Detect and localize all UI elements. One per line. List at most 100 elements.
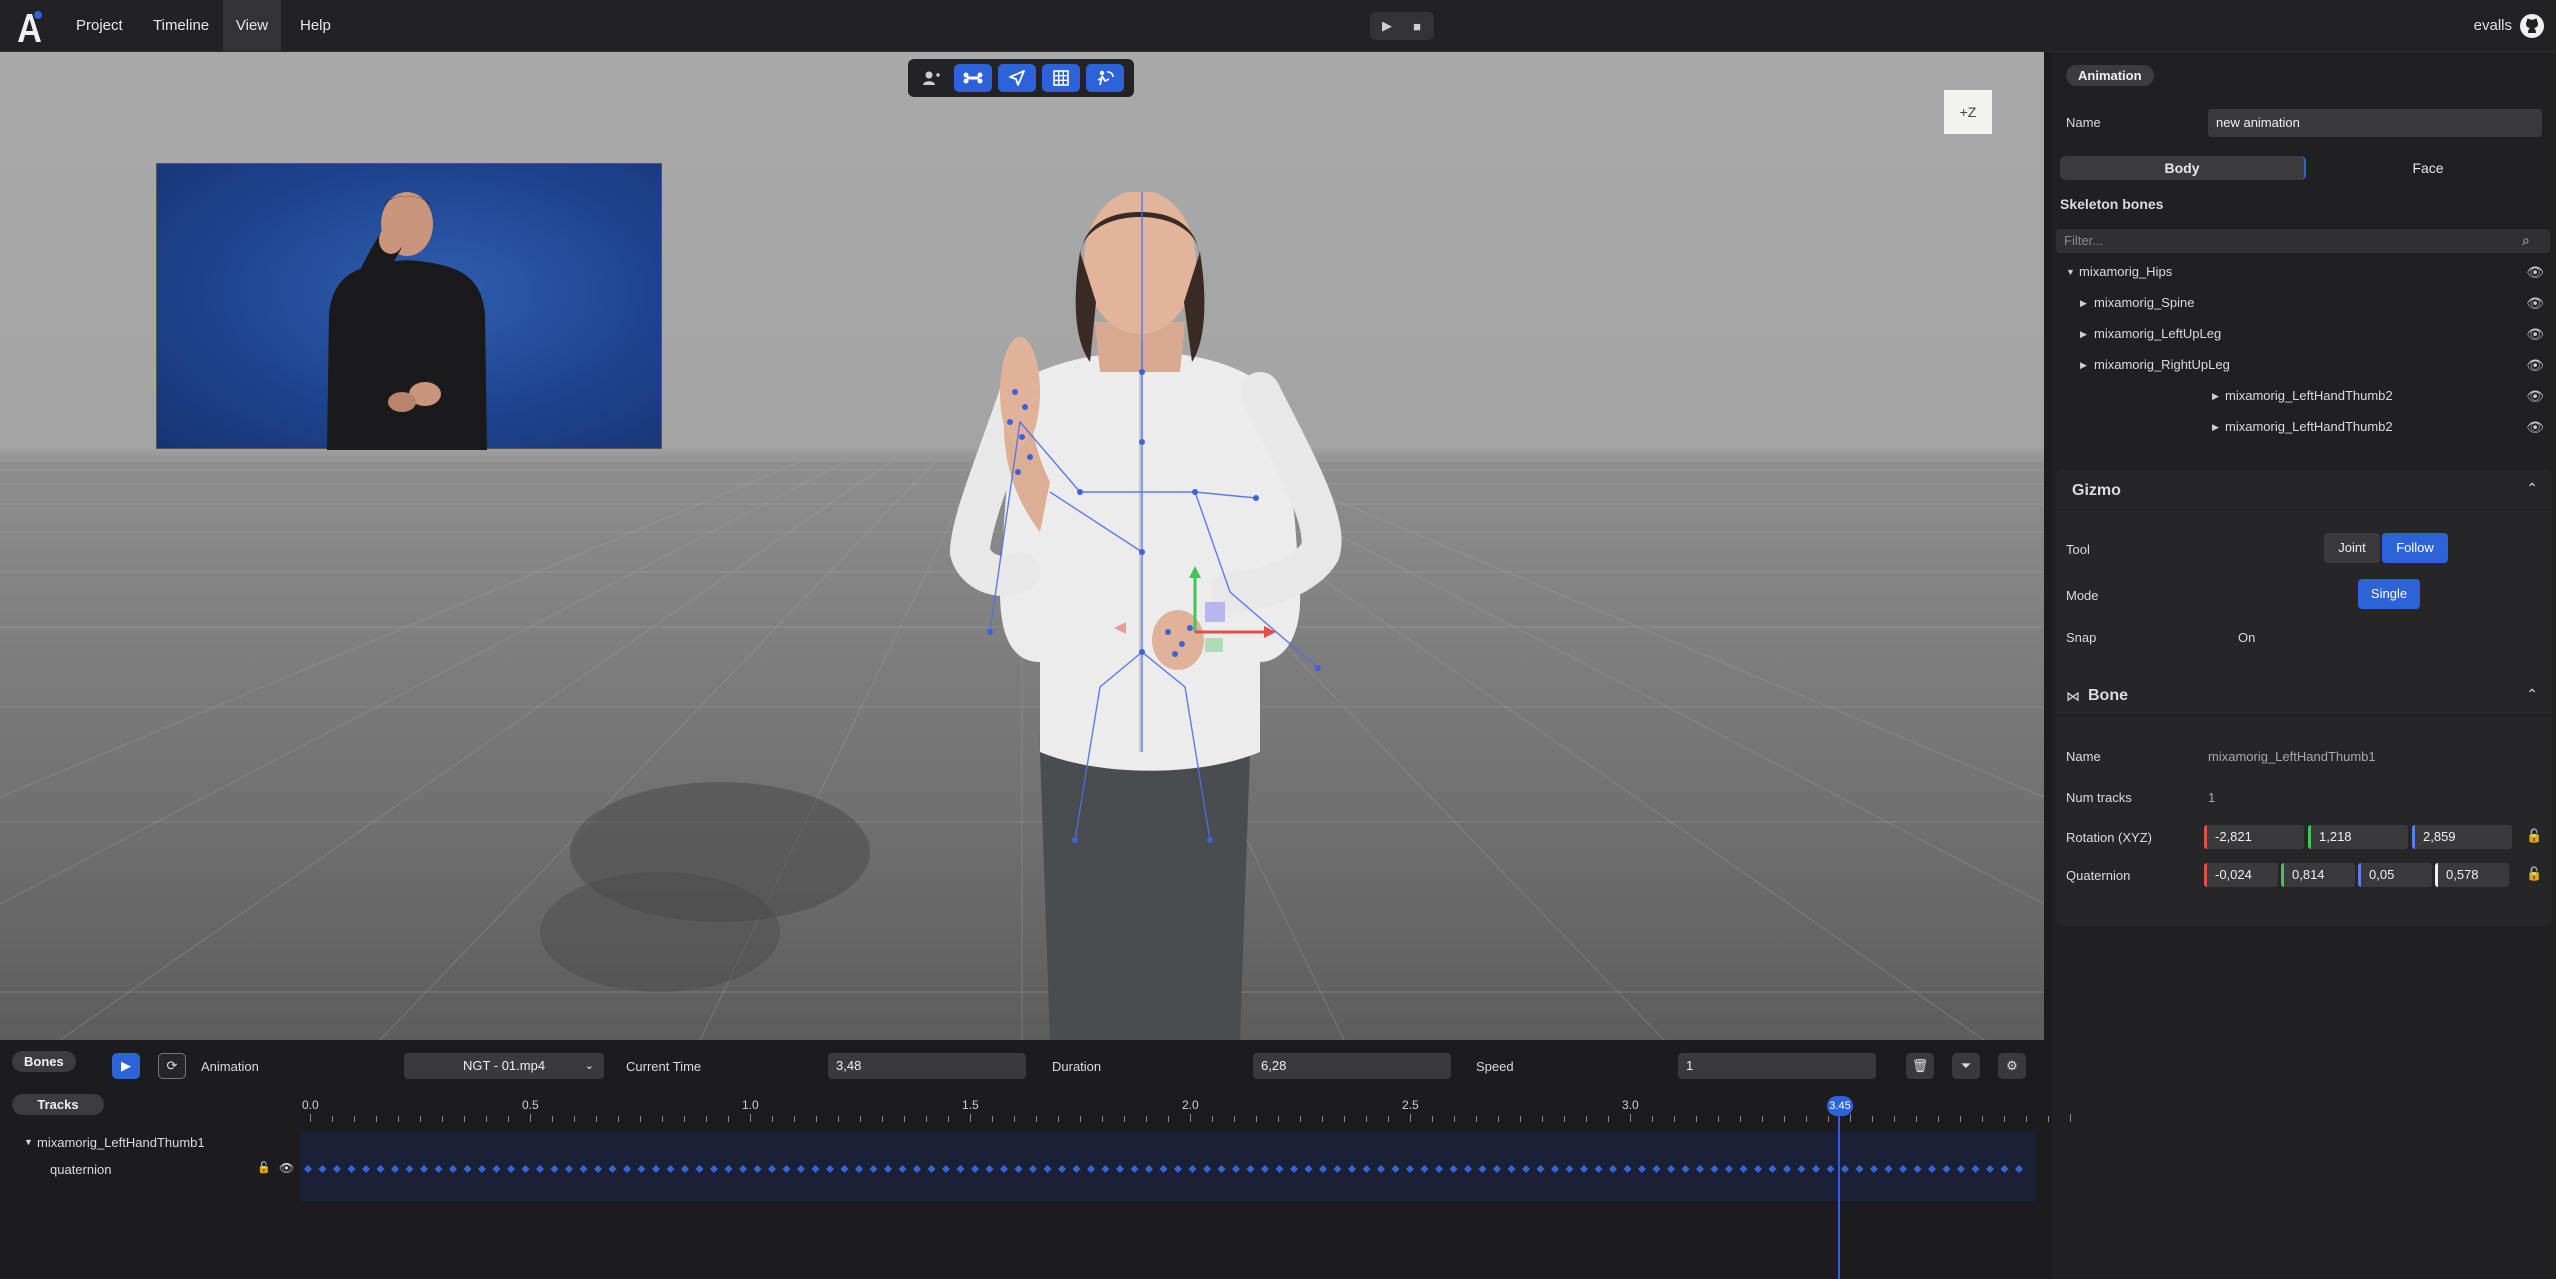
keyframe-diamond[interactable] [1609,1165,1617,1173]
keyframe-diamond[interactable] [1754,1165,1762,1173]
keyframe-diamond[interactable] [942,1165,950,1173]
keyframe-diamond[interactable] [1594,1165,1603,1173]
chevron-up-icon[interactable]: ⌃ [2526,686,2538,703]
keyframe-diamond[interactable] [1116,1165,1124,1173]
keyframe-diamond[interactable] [492,1165,501,1173]
keyframe-diamond[interactable] [1333,1165,1342,1173]
play-animation-icon[interactable]: ▶ [112,1053,140,1079]
bone-header[interactable]: ⋈ Bone ⌃ [2056,676,2552,716]
keyframe-diamond[interactable] [1261,1165,1269,1173]
keyframe-diamond[interactable] [1971,1165,1980,1173]
keyframe-diamond[interactable] [1435,1165,1443,1173]
menu-timeline[interactable]: Timeline [139,0,223,52]
keyframe-diamond[interactable] [1232,1165,1240,1173]
keyframe-diamond[interactable] [1942,1165,1951,1173]
keyframe-diamond[interactable] [1768,1165,1777,1173]
reference-video[interactable] [156,163,662,450]
keyframe-diamond[interactable] [1551,1165,1559,1173]
lock-icon[interactable]: 🔓 [2526,828,2542,844]
keyframe-diamond[interactable] [1391,1165,1400,1173]
keyframe-diamond[interactable] [1145,1165,1153,1173]
tree-item-rightupleg[interactable]: ▶ mixamorig_RightUpLeg 👁 [2056,350,2552,380]
menu-project[interactable]: Project [62,0,137,52]
keyframe-diamond[interactable] [391,1165,399,1173]
menu-view[interactable]: View [223,0,281,52]
tree-item-spine[interactable]: ▶ mixamorig_Spine 👁 [2056,288,2552,318]
mode-single-button[interactable]: Single [2358,579,2420,609]
keyframe-diamond[interactable] [855,1165,863,1173]
keyframe-diamond[interactable] [1493,1165,1501,1173]
keyframe-diamond[interactable] [1275,1165,1284,1173]
keyframe-diamond[interactable] [927,1165,936,1173]
animation-select[interactable]: NGT - 01.mp4 ⌄ [404,1053,604,1079]
avatar-model[interactable] [900,192,1370,1040]
keyframe-diamond[interactable] [1203,1165,1211,1173]
keyframe-diamond[interactable] [1000,1165,1008,1173]
tracks-button[interactable]: Tracks [12,1094,104,1115]
keyframe-diamond[interactable] [449,1165,457,1173]
timeline-ruler[interactable]: 0.0 0.5 1.0 1.5 2.0 2.5 3.0 [300,1096,2071,1124]
keyframe-diamond[interactable] [1855,1165,1864,1173]
keyframe-diamond[interactable] [594,1165,602,1173]
send-icon[interactable] [998,64,1036,92]
keyframe-diamond[interactable] [1087,1165,1095,1173]
gizmo-header[interactable]: Gizmo ⌃ [2056,470,2552,510]
menu-help[interactable]: Help [286,0,345,52]
keyframe-diamond[interactable] [898,1165,907,1173]
keyframe-diamond[interactable] [768,1165,776,1173]
rotation-x-input[interactable]: -2,821 [2204,825,2304,849]
filter-icon[interactable]: ⏷ [1952,1053,1980,1079]
keyframe-diamond[interactable] [565,1165,573,1173]
tab-body[interactable]: Body [2060,156,2306,180]
keyframe-diamond[interactable] [1304,1165,1313,1173]
chevron-right-icon[interactable]: ▶ [2080,288,2087,318]
keyframe-diamond[interactable] [318,1165,327,1173]
keyframe-diamond[interactable] [1246,1165,1255,1173]
keyframe-diamond[interactable] [1899,1165,1907,1173]
keyframe-diamond[interactable] [753,1165,762,1173]
keyframe-diamond[interactable] [739,1165,747,1173]
keyframe-diamond[interactable] [1014,1165,1023,1173]
current-time-input[interactable]: 3,48 [828,1053,1026,1079]
chevron-right-icon[interactable]: ▶ [2212,381,2219,411]
playhead[interactable] [1838,1100,1840,1279]
keyframe-diamond[interactable] [478,1165,486,1173]
speed-input[interactable]: 1 [1678,1053,1876,1079]
quaternion-x-input[interactable]: -0,024 [2204,863,2278,887]
keyframe-diamond[interactable] [347,1165,356,1173]
tab-face[interactable]: Face [2306,156,2550,180]
github-icon[interactable] [2520,14,2544,38]
keyframe-diamond[interactable] [1841,1165,1849,1173]
keyframe-diamond[interactable] [623,1165,631,1173]
tree-item-hips[interactable]: ▼ mixamorig_Hips 👁 [2056,257,2552,287]
keyframe-diamond[interactable] [376,1165,385,1173]
keyframe-diamond[interactable] [1884,1165,1893,1173]
search-icon[interactable]: ⌕ [2522,232,2530,249]
grid-icon[interactable] [1042,64,1080,92]
keyframe-diamond[interactable] [579,1165,588,1173]
axis-gizmo-z[interactable]: +Z [1944,90,1992,134]
keyframe-diamond[interactable] [2015,1165,2023,1173]
keyframe-diamond[interactable] [1667,1165,1675,1173]
keyframe-diamond[interactable] [1043,1165,1052,1173]
keyframe-diamond[interactable] [1580,1165,1588,1173]
play-icon[interactable]: ▶ [1372,12,1402,40]
keyframe-diamond[interactable] [1362,1165,1371,1173]
chevron-down-icon[interactable]: ▼ [24,1137,33,1147]
keyframe-diamond[interactable] [797,1165,805,1173]
duration-input[interactable]: 6,28 [1253,1053,1451,1079]
chevron-right-icon[interactable]: ▶ [2080,319,2087,349]
keyframe-diamond[interactable] [1464,1165,1472,1173]
keyframe-diamond[interactable] [1913,1165,1922,1173]
keyframe-diamond[interactable] [333,1165,341,1173]
eye-icon[interactable]: 👁 [2526,288,2544,318]
keyframe-diamond[interactable] [1507,1165,1516,1173]
bones-button[interactable]: Bones [12,1051,76,1072]
chevron-right-icon[interactable]: ▶ [2212,412,2219,442]
keyframe-diamond[interactable] [681,1165,689,1173]
app-logo-icon[interactable] [12,8,46,44]
keyframe-diamond[interactable] [420,1165,428,1173]
eye-icon[interactable]: 👁 [2526,381,2544,411]
keyframe-diamond[interactable] [1739,1165,1748,1173]
bone-icon[interactable] [954,64,992,92]
